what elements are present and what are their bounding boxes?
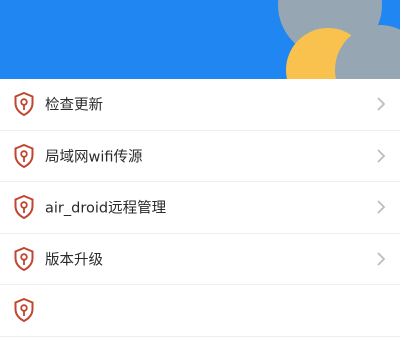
list-item-label: 检查更新 [45,97,103,114]
list-item-label: air_droid远程管理 [45,200,167,217]
chevron-right-icon [377,200,386,214]
list-item-airdroid[interactable]: air_droid远程管理 [0,182,400,234]
list-item-partial[interactable] [0,285,400,337]
list-item-label: 版本升级 [45,252,103,269]
shield-key-icon [14,246,34,271]
list-item-lan-wifi[interactable]: 局域网wifi传源 [0,130,400,182]
chevron-right-icon [377,97,386,111]
header-banner [0,0,400,79]
chevron-right-icon [377,252,386,266]
shield-key-icon [14,195,34,220]
list-item-check-update[interactable]: 检查更新 [0,79,400,131]
settings-list: 检查更新 局域网wifi传源 air_droid远程管理 版本升级 [0,79,400,337]
chevron-right-icon [377,149,386,163]
shield-key-icon [14,143,34,168]
list-item-version-upgrade[interactable]: 版本升级 [0,233,400,285]
list-item-label: 局域网wifi传源 [45,149,143,166]
shield-key-icon [14,92,34,117]
header-decoration [278,0,400,79]
shield-key-icon [14,298,34,323]
